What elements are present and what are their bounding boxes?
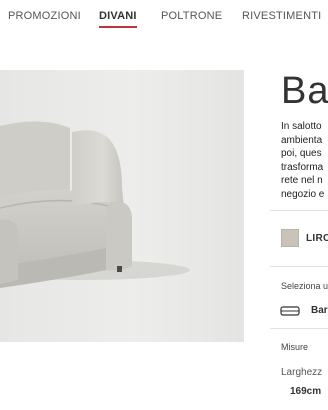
nav-item-poltrone[interactable]: POLTRONE bbox=[161, 10, 222, 22]
fabric-swatch[interactable] bbox=[281, 229, 299, 247]
divider bbox=[270, 328, 328, 329]
sofa-bed-icon bbox=[280, 306, 300, 316]
divider bbox=[270, 266, 328, 267]
nav-item-promozioni[interactable]: PROMOZIONI bbox=[8, 10, 81, 22]
product-title: Ba bbox=[281, 70, 328, 112]
divider bbox=[270, 210, 328, 211]
top-navigation: PROMOZIONI DIVANI POLTRONE RIVESTIMENTI bbox=[0, 0, 328, 34]
width-label: Larghezz bbox=[281, 367, 323, 378]
nav-item-rivestimenti[interactable]: RIVESTIMENTI bbox=[242, 10, 321, 22]
product-image bbox=[0, 70, 244, 342]
width-value: 169cm bbox=[290, 386, 322, 397]
nav-item-label: DIVANI bbox=[99, 10, 137, 22]
configuration-prompt: Seleziona u bbox=[281, 281, 328, 291]
fabric-name: LIRC bbox=[306, 233, 328, 244]
product-description: In salotto ambienta poi, ques trasforma … bbox=[281, 121, 325, 200]
dimensions-heading: Misure bbox=[281, 342, 309, 352]
nav-item-divani[interactable]: DIVANI bbox=[99, 10, 137, 28]
active-tab-underline bbox=[99, 26, 137, 28]
configuration-option[interactable]: Bar bbox=[311, 305, 328, 316]
sofa-illustration bbox=[0, 121, 190, 288]
